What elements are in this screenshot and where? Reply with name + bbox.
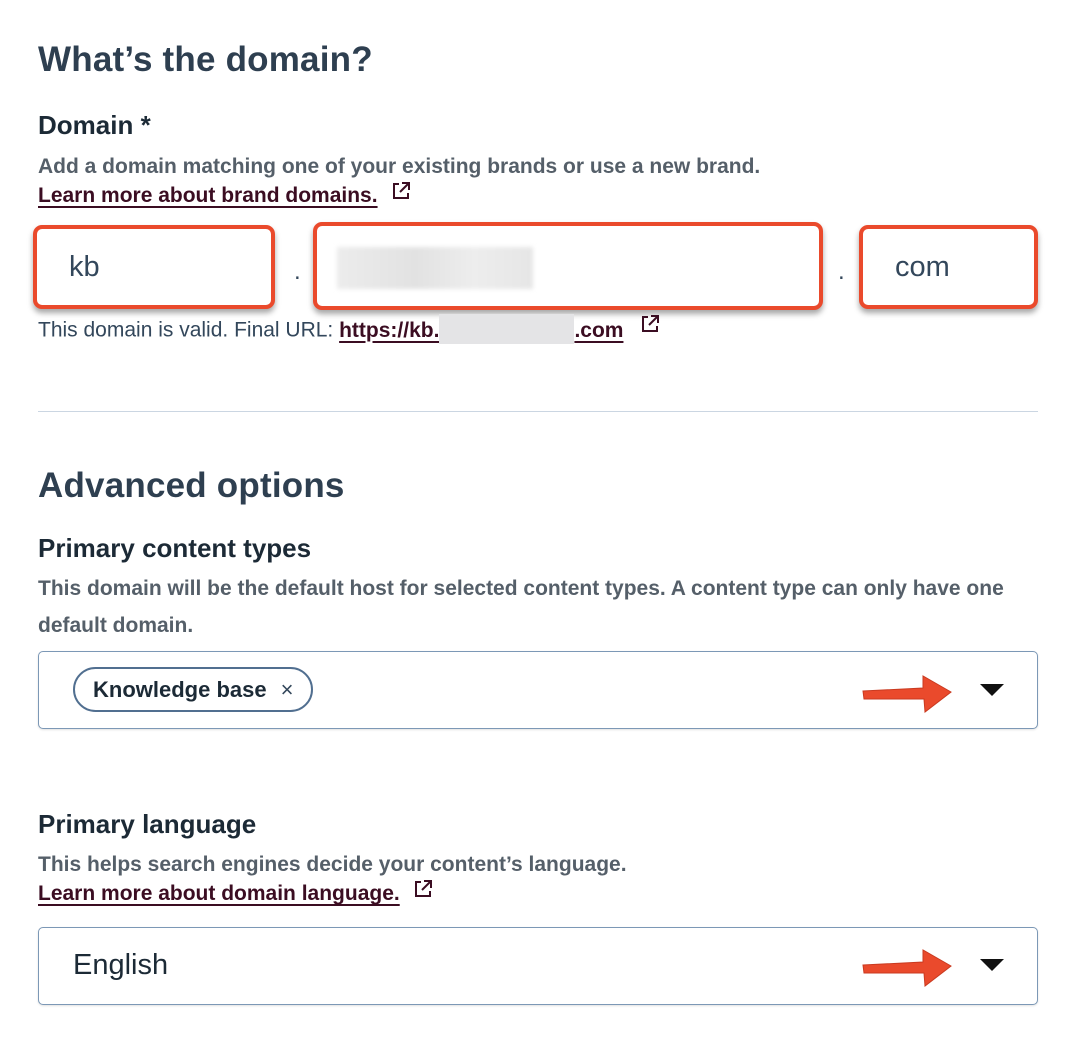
final-url-prefix: https://kb.	[339, 318, 440, 342]
tag-label: Knowledge base	[93, 676, 267, 702]
final-url-link[interactable]: https://kb. .com	[339, 314, 624, 344]
content-types-label: Primary content types	[38, 533, 312, 563]
external-link-icon[interactable]	[639, 313, 661, 341]
language-label: Primary language	[38, 809, 257, 839]
brand-domains-link-row: Learn more about brand domains.	[38, 182, 412, 211]
tld-value: com	[895, 250, 950, 283]
domain-label: Domain *	[38, 110, 151, 140]
redacted-domain	[337, 247, 533, 289]
valid-text: This domain is valid. Final URL:	[38, 318, 340, 342]
domain-section-title: What’s the domain?	[38, 40, 373, 79]
advanced-options-title: Advanced options	[38, 466, 345, 505]
domain-separator: .	[838, 258, 845, 285]
final-url-redacted	[439, 314, 575, 344]
domain-valid-message: This domain is valid. Final URL: https:/…	[38, 313, 661, 346]
caret-down-icon[interactable]	[980, 684, 1004, 696]
subdomain-input[interactable]: kb	[33, 225, 275, 309]
caret-down-icon[interactable]	[980, 959, 1004, 971]
arrow-annotation-icon	[862, 949, 952, 987]
final-url-suffix: .com	[574, 318, 624, 342]
language-value: English	[73, 949, 169, 981]
arrow-annotation-icon	[862, 675, 952, 713]
tld-input[interactable]: com	[859, 225, 1038, 309]
domain-language-link[interactable]: Learn more about domain language.	[38, 882, 400, 905]
external-link-icon[interactable]	[412, 878, 434, 905]
knowledge-base-tag: Knowledge base ×	[73, 667, 314, 712]
brand-domains-link[interactable]: Learn more about brand domains.	[38, 184, 378, 207]
section-divider	[38, 411, 1038, 412]
language-select[interactable]: English	[38, 927, 1038, 1005]
domain-name-input[interactable]	[313, 222, 823, 310]
language-help: This helps search engines decide your co…	[38, 853, 627, 876]
content-types-help: This domain will be the default host for…	[38, 577, 1004, 637]
remove-tag-icon[interactable]: ×	[281, 677, 294, 703]
content-types-select[interactable]: Knowledge base ×	[38, 651, 1038, 729]
domain-language-link-row: Learn more about domain language.	[38, 880, 434, 909]
domain-separator: .	[294, 258, 301, 285]
external-link-icon[interactable]	[390, 180, 412, 207]
subdomain-value: kb	[69, 250, 100, 283]
